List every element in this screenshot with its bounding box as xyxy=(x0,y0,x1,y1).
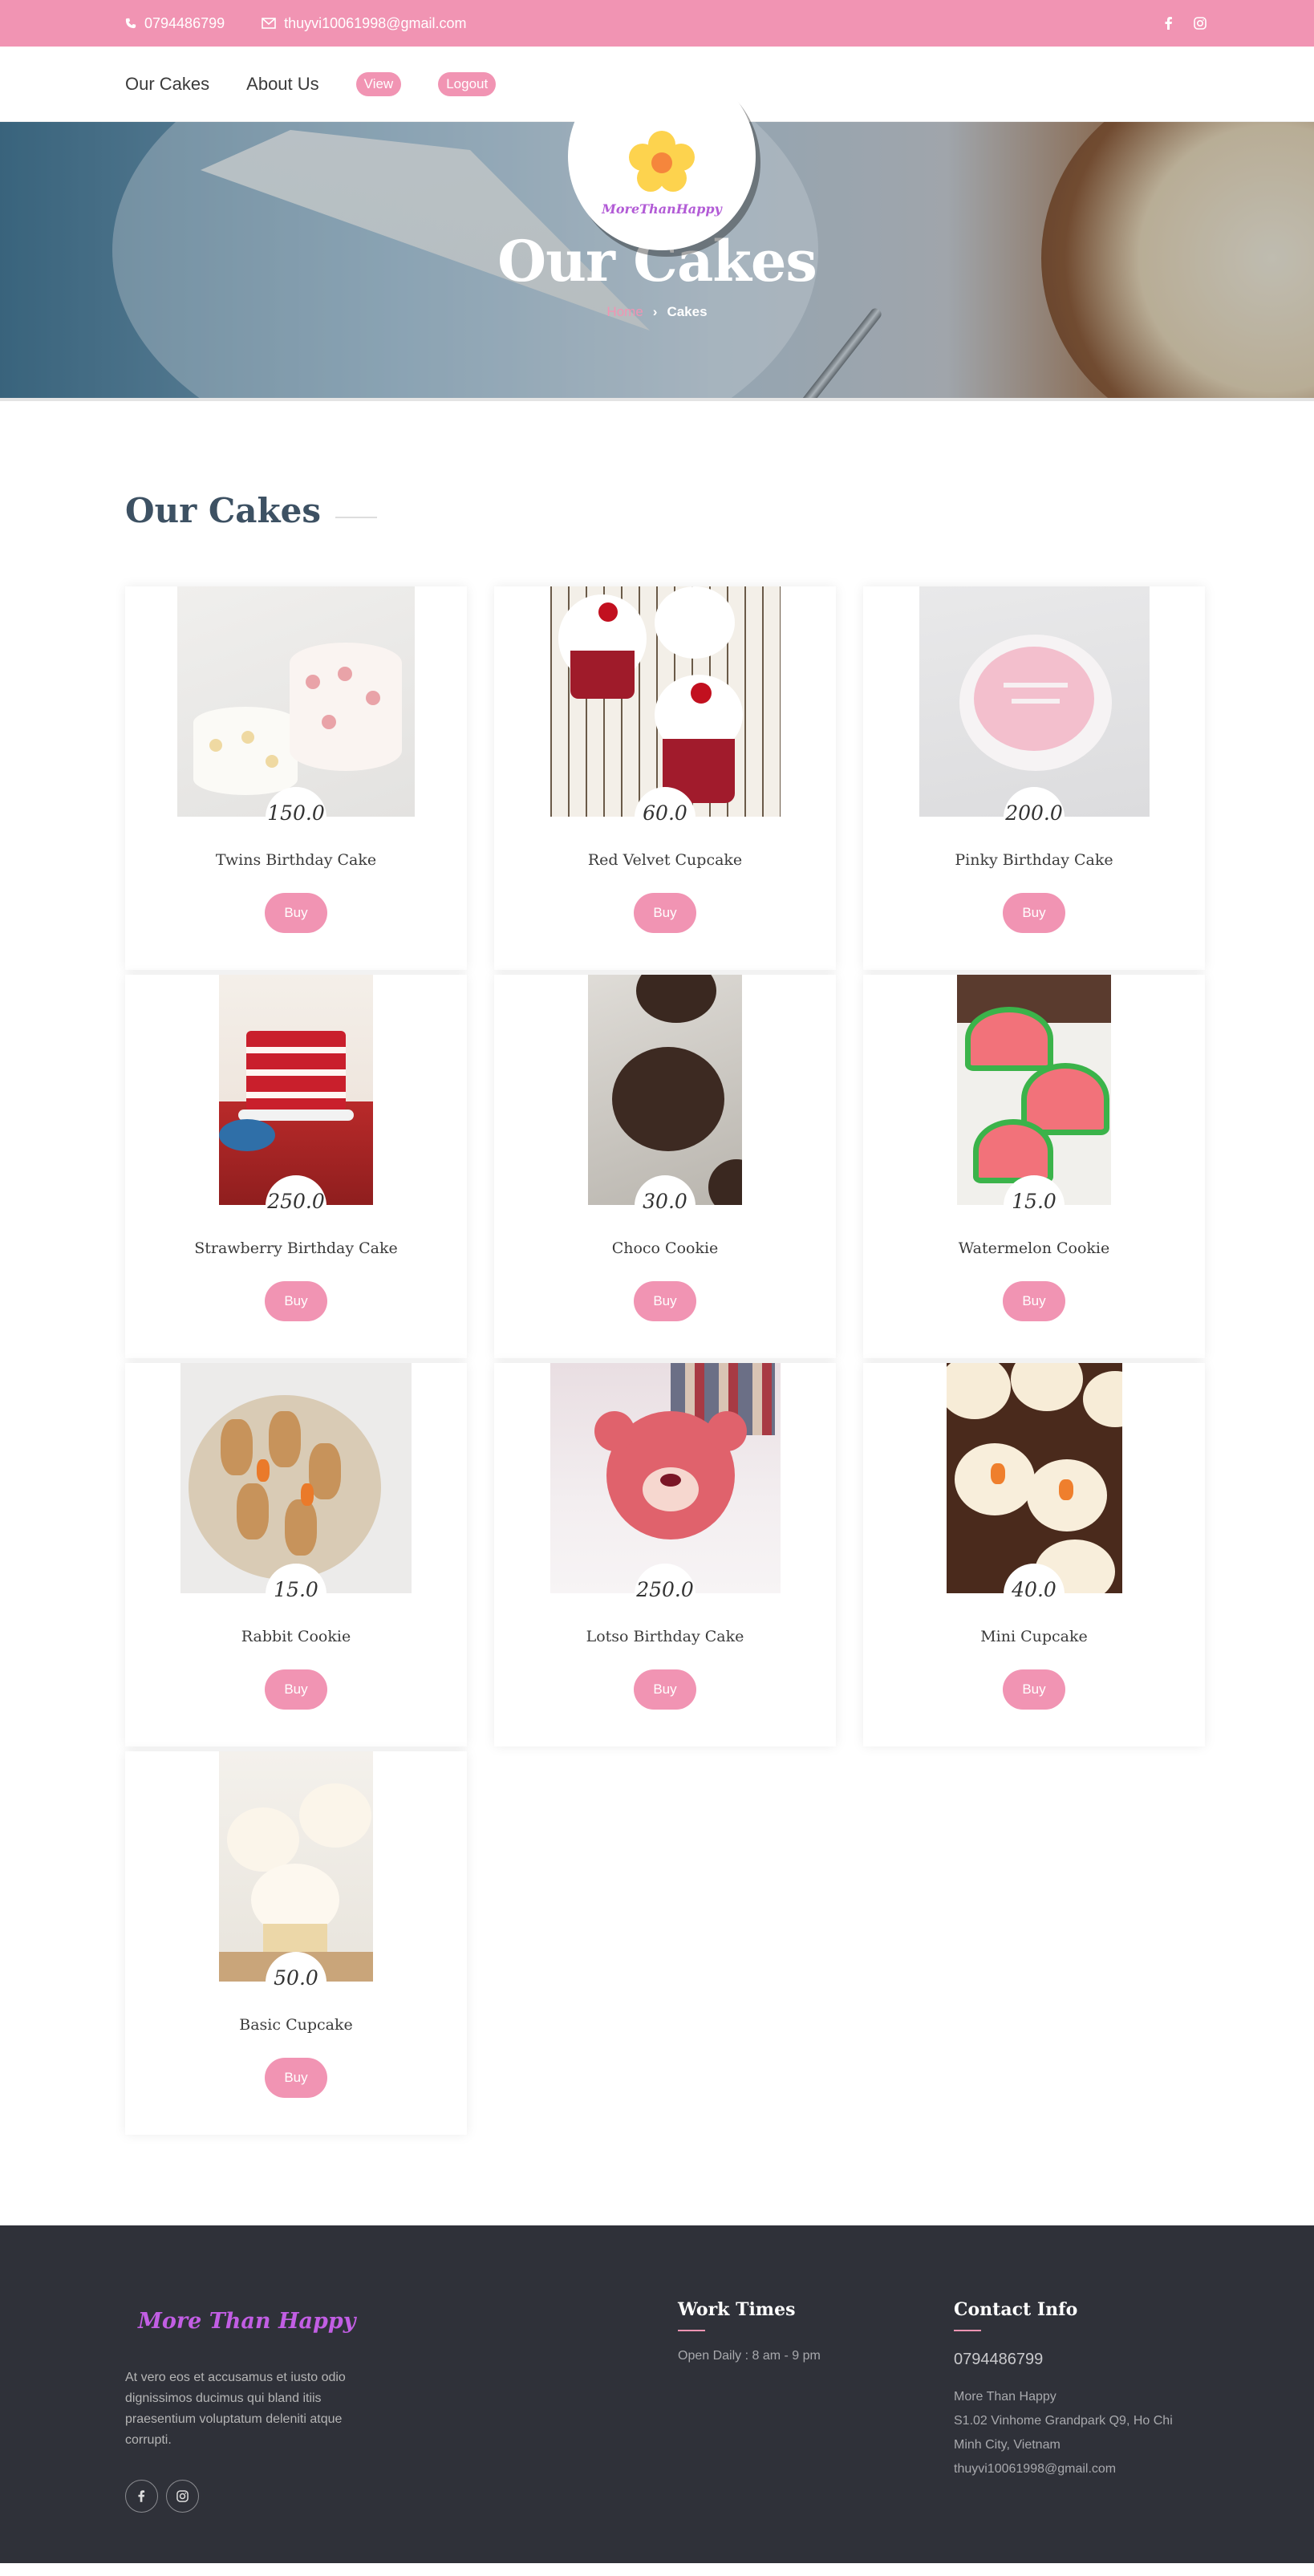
contact-address: S1.02 Vinhome Grandpark Q9, Ho Chi Minh … xyxy=(954,2414,1173,2452)
product-card: 15.0 Watermelon Cookie Buy xyxy=(863,975,1205,1358)
buy-button[interactable]: Buy xyxy=(634,1281,696,1321)
work-times-title: Work Times xyxy=(678,2299,796,2320)
top-phone[interactable]: 0794486799 xyxy=(125,15,225,32)
product-name[interactable]: Red Velvet Cupcake xyxy=(588,851,742,869)
footer-work-times: Work Times Open Daily : 8 am - 9 pm xyxy=(678,2299,821,2363)
buy-button[interactable]: Buy xyxy=(1003,1281,1065,1321)
breadcrumb-current: Cakes xyxy=(667,304,708,319)
breadcrumb: Home › Cakes xyxy=(0,304,1314,320)
top-phone-text: 0794486799 xyxy=(144,14,225,31)
product-price: 15.0 xyxy=(1004,1175,1065,1236)
product-price: 250.0 xyxy=(635,1564,696,1625)
product-name[interactable]: Pinky Birthday Cake xyxy=(955,851,1113,869)
product-card: 150.0 Twins Birthday Cake Buy xyxy=(125,586,467,970)
product-name[interactable]: Twins Birthday Cake xyxy=(216,851,376,869)
section-title: Our Cakes xyxy=(125,491,321,530)
product-card: 15.0 Rabbit Cookie Buy xyxy=(125,1363,467,1746)
buy-button[interactable]: Buy xyxy=(265,893,327,933)
breadcrumb-home[interactable]: Home xyxy=(606,304,643,320)
product-name[interactable]: Strawberry Birthday Cake xyxy=(194,1239,398,1257)
work-times-underline xyxy=(678,2330,705,2331)
product-price: 30.0 xyxy=(635,1175,696,1236)
envelope-icon xyxy=(262,18,276,29)
contact-title: Contact Info xyxy=(954,2299,1078,2320)
top-email[interactable]: thuyvi10061998@gmail.com xyxy=(262,14,467,32)
product-name[interactable]: Rabbit Cookie xyxy=(241,1628,351,1645)
contact-name: More Than Happy xyxy=(954,2390,1056,2404)
logout-button[interactable]: Logout xyxy=(438,71,497,96)
product-price: 150.0 xyxy=(266,787,326,848)
product-price: 250.0 xyxy=(266,1175,326,1236)
product-price: 200.0 xyxy=(1004,787,1065,848)
instagram-icon[interactable] xyxy=(1194,17,1207,30)
facebook-icon[interactable] xyxy=(125,2480,158,2513)
chevron-right-icon: › xyxy=(652,304,658,319)
product-image-watermelon-cookie[interactable] xyxy=(957,975,1111,1205)
work-hours: Open Daily : 8 am - 9 pm xyxy=(678,2349,821,2363)
footer-brand[interactable]: More Than Happy xyxy=(138,2309,390,2334)
product-card: 250.0 Lotso Birthday Cake Buy xyxy=(494,1363,836,1746)
product-image-mini-cupcake[interactable] xyxy=(946,1363,1122,1593)
product-image-twins-cake[interactable] xyxy=(177,586,415,817)
product-name[interactable]: Watermelon Cookie xyxy=(959,1239,1109,1257)
product-price: 60.0 xyxy=(635,787,696,848)
product-image-strawberry-cake[interactable] xyxy=(219,975,373,1205)
main-nav: Our Cakes About Us View Logout MoreThanH… xyxy=(0,47,1314,250)
flower-logo-icon xyxy=(625,130,699,198)
product-price: 40.0 xyxy=(1004,1564,1065,1625)
title-divider xyxy=(335,516,377,518)
footer-social xyxy=(125,2480,390,2513)
phone-icon xyxy=(125,18,136,29)
buy-button[interactable]: Buy xyxy=(634,893,696,933)
contact-underline xyxy=(954,2330,981,2331)
footer-contact: Contact Info 0794486799 More Than Happy … xyxy=(954,2299,1194,2481)
product-image-choco-cookie[interactable] xyxy=(588,975,742,1205)
contact-email[interactable]: thuyvi10061998@gmail.com xyxy=(954,2457,1194,2481)
product-price: 50.0 xyxy=(266,1952,326,2013)
contact-phone[interactable]: 0794486799 xyxy=(954,2351,1194,2369)
product-image-basic-cupcake[interactable] xyxy=(219,1751,373,1982)
product-image-rabbit-cookie[interactable] xyxy=(180,1363,412,1593)
buy-button[interactable]: Buy xyxy=(265,1281,327,1321)
product-card: 250.0 Strawberry Birthday Cake Buy xyxy=(125,975,467,1358)
site-footer: More Than Happy At vero eos et accusamus… xyxy=(0,2225,1314,2563)
product-card: 50.0 Basic Cupcake Buy xyxy=(125,1751,467,2135)
buy-button[interactable]: Buy xyxy=(265,1669,327,1710)
logo-text: MoreThanHappy xyxy=(602,201,722,217)
instagram-icon[interactable] xyxy=(166,2480,199,2513)
site-logo[interactable]: MoreThanHappy xyxy=(568,63,756,250)
buy-button[interactable]: Buy xyxy=(1003,1669,1065,1710)
footer-about: More Than Happy At vero eos et accusamus… xyxy=(125,2309,390,2513)
product-name[interactable]: Choco Cookie xyxy=(612,1239,719,1257)
product-name[interactable]: Mini Cupcake xyxy=(980,1628,1088,1645)
buy-button[interactable]: Buy xyxy=(1003,893,1065,933)
product-name[interactable]: Lotso Birthday Cake xyxy=(586,1628,744,1645)
contact-details: More Than Happy S1.02 Vinhome Grandpark … xyxy=(954,2385,1194,2481)
product-card: 200.0 Pinky Birthday Cake Buy xyxy=(863,586,1205,970)
product-card: 60.0 Red Velvet Cupcake Buy xyxy=(494,586,836,970)
top-email-text: thuyvi10061998@gmail.com xyxy=(284,14,467,31)
buy-button[interactable]: Buy xyxy=(634,1669,696,1710)
product-name[interactable]: Basic Cupcake xyxy=(239,2016,352,2034)
buy-button[interactable]: Buy xyxy=(265,2058,327,2098)
product-image-red-velvet-cupcake[interactable] xyxy=(550,586,781,817)
product-grid: 150.0 Twins Birthday Cake Buy 60.0 Red V… xyxy=(125,586,1205,2135)
product-image-lotso-cake[interactable] xyxy=(550,1363,781,1593)
product-card: 30.0 Choco Cookie Buy xyxy=(494,975,836,1358)
footer-description: At vero eos et accusamus et iusto odio d… xyxy=(125,2371,346,2447)
facebook-icon[interactable] xyxy=(1165,17,1173,30)
view-button[interactable]: View xyxy=(355,71,402,96)
top-social xyxy=(1165,17,1207,30)
product-image-pinky-cake[interactable] xyxy=(919,586,1150,817)
top-contact: 0794486799 thuyvi10061998@gmail.com xyxy=(125,15,467,32)
section-header: Our Cakes xyxy=(0,401,1314,530)
nav-our-cakes[interactable]: Our Cakes xyxy=(125,74,209,95)
top-bar: 0794486799 thuyvi10061998@gmail.com xyxy=(0,0,1314,47)
product-card: 40.0 Mini Cupcake Buy xyxy=(863,1363,1205,1746)
product-price: 15.0 xyxy=(266,1564,326,1625)
nav-about-us[interactable]: About Us xyxy=(246,74,319,95)
